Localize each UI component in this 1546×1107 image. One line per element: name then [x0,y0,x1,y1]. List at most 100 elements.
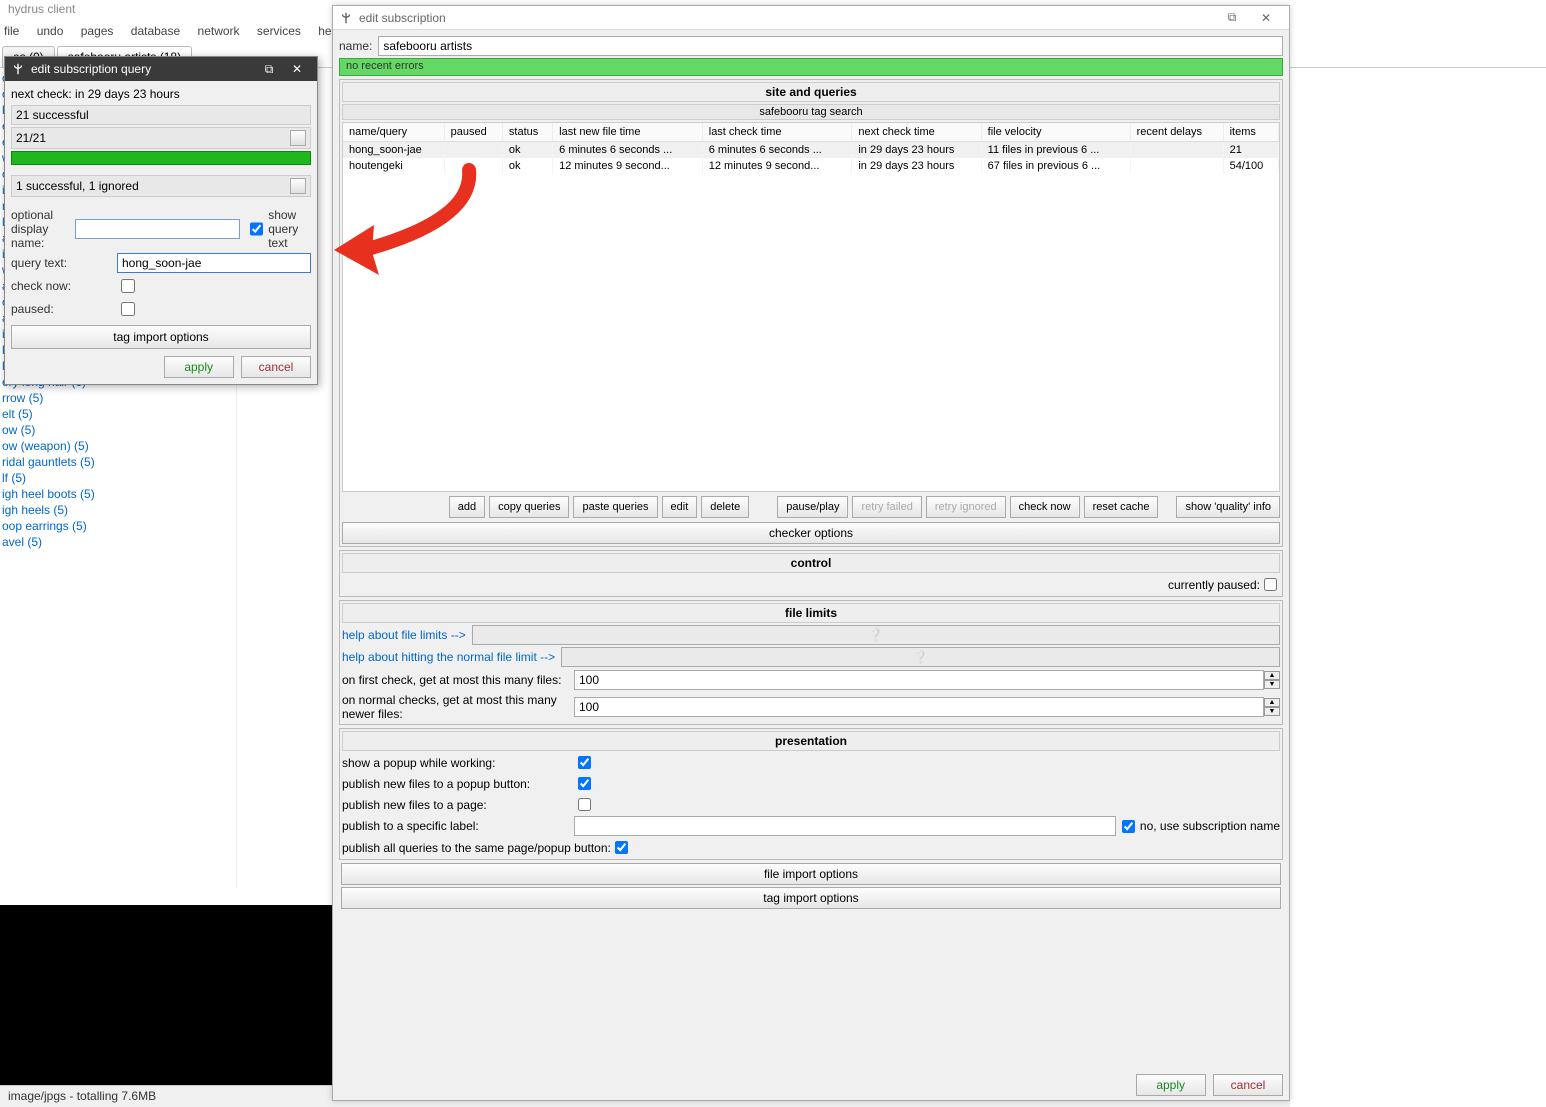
check-now-button[interactable]: check now [1010,496,1080,518]
add-button[interactable]: add [449,496,485,518]
file-limits-section: file limits help about file limits --> ❔… [339,600,1283,725]
cancel-button[interactable]: cancel [1213,1074,1283,1096]
check-now-checkbox[interactable] [121,279,135,293]
menu-services[interactable]: services [257,24,301,38]
show-quality-button[interactable]: show 'quality' info [1176,496,1280,518]
apply-button[interactable]: apply [1136,1074,1206,1096]
tag-item[interactable]: ridal gauntlets (5) [2,454,236,470]
progress-bar [11,151,311,165]
table-header[interactable]: recent delays [1130,123,1223,142]
sub-titlebar[interactable]: edit subscription ⧉ ✕ [333,6,1289,30]
first-check-spinner[interactable]: ▲▼ [1264,671,1280,689]
apply-button[interactable]: apply [164,356,234,378]
no-use-sub-checkbox[interactable] [1122,820,1135,833]
publish-all-checkbox[interactable] [615,841,628,854]
show-query-text-checkbox[interactable] [250,222,263,236]
table-header[interactable]: status [502,123,552,142]
queries-buttons: add copy queries paste queries edit dele… [340,494,1282,520]
tag-item[interactable]: elt (5) [2,406,236,422]
status-ignored: 1 successful, 1 ignored [11,175,311,197]
currently-paused-label: currently paused: [1168,578,1260,592]
pause-play-button[interactable]: pause/play [777,496,848,518]
close-icon[interactable]: ✕ [1249,11,1283,25]
tag-item[interactable]: igh heel boots (5) [2,486,236,502]
table-header[interactable]: file velocity [981,123,1130,142]
publish-popup-checkbox[interactable] [578,777,591,790]
tag-item[interactable]: lf (5) [2,470,236,486]
tag-import-options-button[interactable]: tag import options [341,887,1281,909]
query-text-input[interactable] [117,253,311,273]
calendar-icon[interactable] [290,178,306,194]
next-check-label: next check: in 29 days 23 hours [11,85,311,103]
app-icon [11,62,25,76]
presentation-section: presentation show a popup while working:… [339,728,1283,860]
copy-queries-button[interactable]: copy queries [489,496,569,518]
show-popup-label: show a popup while working: [342,756,574,770]
delete-button[interactable]: delete [701,496,749,518]
query-titlebar[interactable]: edit subscription query ⧉ ✕ [5,57,317,81]
tag-import-options-button[interactable]: tag import options [11,325,311,349]
paste-queries-button[interactable]: paste queries [573,496,657,518]
publish-label-label: publish to a specific label: [342,819,574,833]
publish-label-input[interactable] [574,816,1116,836]
table-header[interactable]: last check time [702,123,852,142]
tag-item[interactable]: avel (5) [2,534,236,550]
table-header[interactable]: paused [444,123,502,142]
edit-button[interactable]: edit [662,496,698,518]
menu-pages[interactable]: pages [81,24,114,38]
display-name-input[interactable] [75,219,240,239]
control-title: control [342,553,1280,573]
tag-item[interactable]: oop earrings (5) [2,518,236,534]
menu-database[interactable]: database [131,24,180,38]
help-normal-limit-link[interactable]: help about hitting the normal file limit… [342,650,555,664]
tag-item[interactable]: rrow (5) [2,390,236,406]
help-file-limits-link[interactable]: help about file limits --> [342,628,466,642]
normal-check-spinner[interactable]: ▲▼ [1264,698,1280,716]
calendar-icon[interactable] [290,130,306,146]
restore-icon[interactable]: ⧉ [1215,10,1249,25]
name-label: name: [339,39,372,53]
no-errors-bar: no recent errors [339,58,1283,76]
query-title: edit subscription query [31,62,255,76]
table-header[interactable]: next check time [852,123,981,142]
menu-network[interactable]: network [198,24,240,38]
first-check-label: on first check, get at most this many fi… [342,673,574,687]
retry-failed-button[interactable]: retry failed [852,496,921,518]
table-header[interactable]: last new file time [553,123,703,142]
help-normal-limit-box[interactable]: ❔ [561,647,1280,667]
table-row[interactable]: houtengekiok12 minutes 9 second...12 min… [343,158,1279,174]
close-icon[interactable]: ✕ [283,62,311,76]
restore-icon[interactable]: ⧉ [255,62,283,77]
presentation-title: presentation [342,731,1280,751]
table-row[interactable]: hong_soon-jaeok6 minutes 6 seconds ...6 … [343,142,1279,159]
publish-popup-label: publish new files to a popup button: [342,777,574,791]
reset-cache-button[interactable]: reset cache [1084,496,1159,518]
tag-item[interactable]: ow (5) [2,422,236,438]
first-check-input[interactable] [574,670,1264,690]
show-popup-checkbox[interactable] [578,756,591,769]
table-header[interactable]: name/query [343,123,444,142]
paused-checkbox[interactable] [121,302,135,316]
publish-page-checkbox[interactable] [578,798,591,811]
tag-item[interactable]: igh heels (5) [2,502,236,518]
check-now-label: check now: [11,279,117,293]
menu-undo[interactable]: undo [37,24,64,38]
normal-check-label: on normal checks, get at most this many … [342,693,574,721]
file-import-options-button[interactable]: file import options [341,863,1281,885]
search-name-bar[interactable]: safebooru tag search [342,104,1280,120]
file-limits-title: file limits [342,603,1280,623]
no-use-sub-label: no, use subscription name [1140,819,1280,833]
tag-item[interactable]: ow (weapon) (5) [2,438,236,454]
retry-ignored-button[interactable]: retry ignored [926,496,1006,518]
menu-file[interactable]: file [4,24,19,38]
queries-table[interactable]: name/querypausedstatuslast new file time… [342,122,1280,492]
name-input[interactable] [378,36,1283,56]
cancel-button[interactable]: cancel [241,356,311,378]
table-header[interactable]: items [1223,123,1278,142]
help-file-limits-box[interactable]: ❔ [472,625,1280,645]
currently-paused-checkbox[interactable] [1264,578,1277,591]
show-query-text-check[interactable]: show query text [246,208,311,250]
checker-options-button[interactable]: checker options [342,522,1280,544]
paused-label: paused: [11,302,117,316]
normal-check-input[interactable] [574,697,1264,717]
